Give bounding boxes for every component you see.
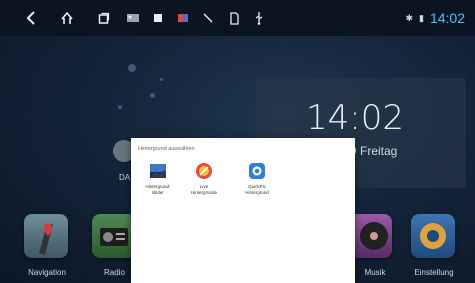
back-icon[interactable] xyxy=(22,9,40,27)
quickpic-option[interactable]: QuickPic Hintergrund xyxy=(235,162,279,195)
flag-icon xyxy=(174,9,192,27)
dialog-title: Hintergrund auswählen xyxy=(138,146,195,152)
bluetooth-icon: ✱ xyxy=(405,12,413,23)
app-label-navigation: Navigation xyxy=(28,268,66,277)
wallpaper-icon xyxy=(150,164,166,178)
wallpaper-option[interactable]: Hintergrund- Bilder xyxy=(136,162,180,195)
live-wallpaper-option[interactable]: Live Hintergründe xyxy=(182,162,226,195)
wallpaper-chooser-dialog: Hintergrund auswählen Hintergrund- Bilde… xyxy=(131,138,355,283)
status-bar: ✱ ▮ 14:02 xyxy=(0,0,475,36)
signal-icon xyxy=(199,9,217,27)
app-label-radio: Radio xyxy=(104,268,125,277)
background-bubble xyxy=(118,105,122,109)
settings-app-icon[interactable] xyxy=(411,214,455,258)
clock-date: 9 Freitag xyxy=(350,144,398,158)
live-wallpaper-icon xyxy=(196,163,212,179)
battery-icon: ▮ xyxy=(419,12,424,23)
sd-card-icon xyxy=(225,9,243,27)
app-label-music: Musik xyxy=(364,268,386,277)
usb-icon xyxy=(250,9,268,27)
gallery-icon xyxy=(124,9,142,27)
quickpic-icon xyxy=(249,163,265,179)
navigation-app-icon[interactable] xyxy=(24,214,68,258)
clock-time: 14:02 xyxy=(306,98,404,138)
wallpaper-option-label: Hintergrund- Bilder xyxy=(145,184,171,195)
app-label-settings: Einstellung xyxy=(414,268,454,277)
background-bubble xyxy=(150,93,155,98)
live-wallpaper-option-label: Live Hintergründe xyxy=(190,184,217,195)
radio-app-icon[interactable] xyxy=(92,214,136,258)
media-icon xyxy=(149,9,167,27)
quickpic-option-label: QuickPic Hintergrund xyxy=(245,184,269,195)
status-time: 14:02 xyxy=(429,10,465,26)
background-bubble xyxy=(128,64,136,72)
recent-apps-icon[interactable] xyxy=(95,9,113,27)
home-icon[interactable] xyxy=(58,9,76,27)
dab-label: DA xyxy=(119,173,131,182)
background-bubble xyxy=(160,78,163,81)
